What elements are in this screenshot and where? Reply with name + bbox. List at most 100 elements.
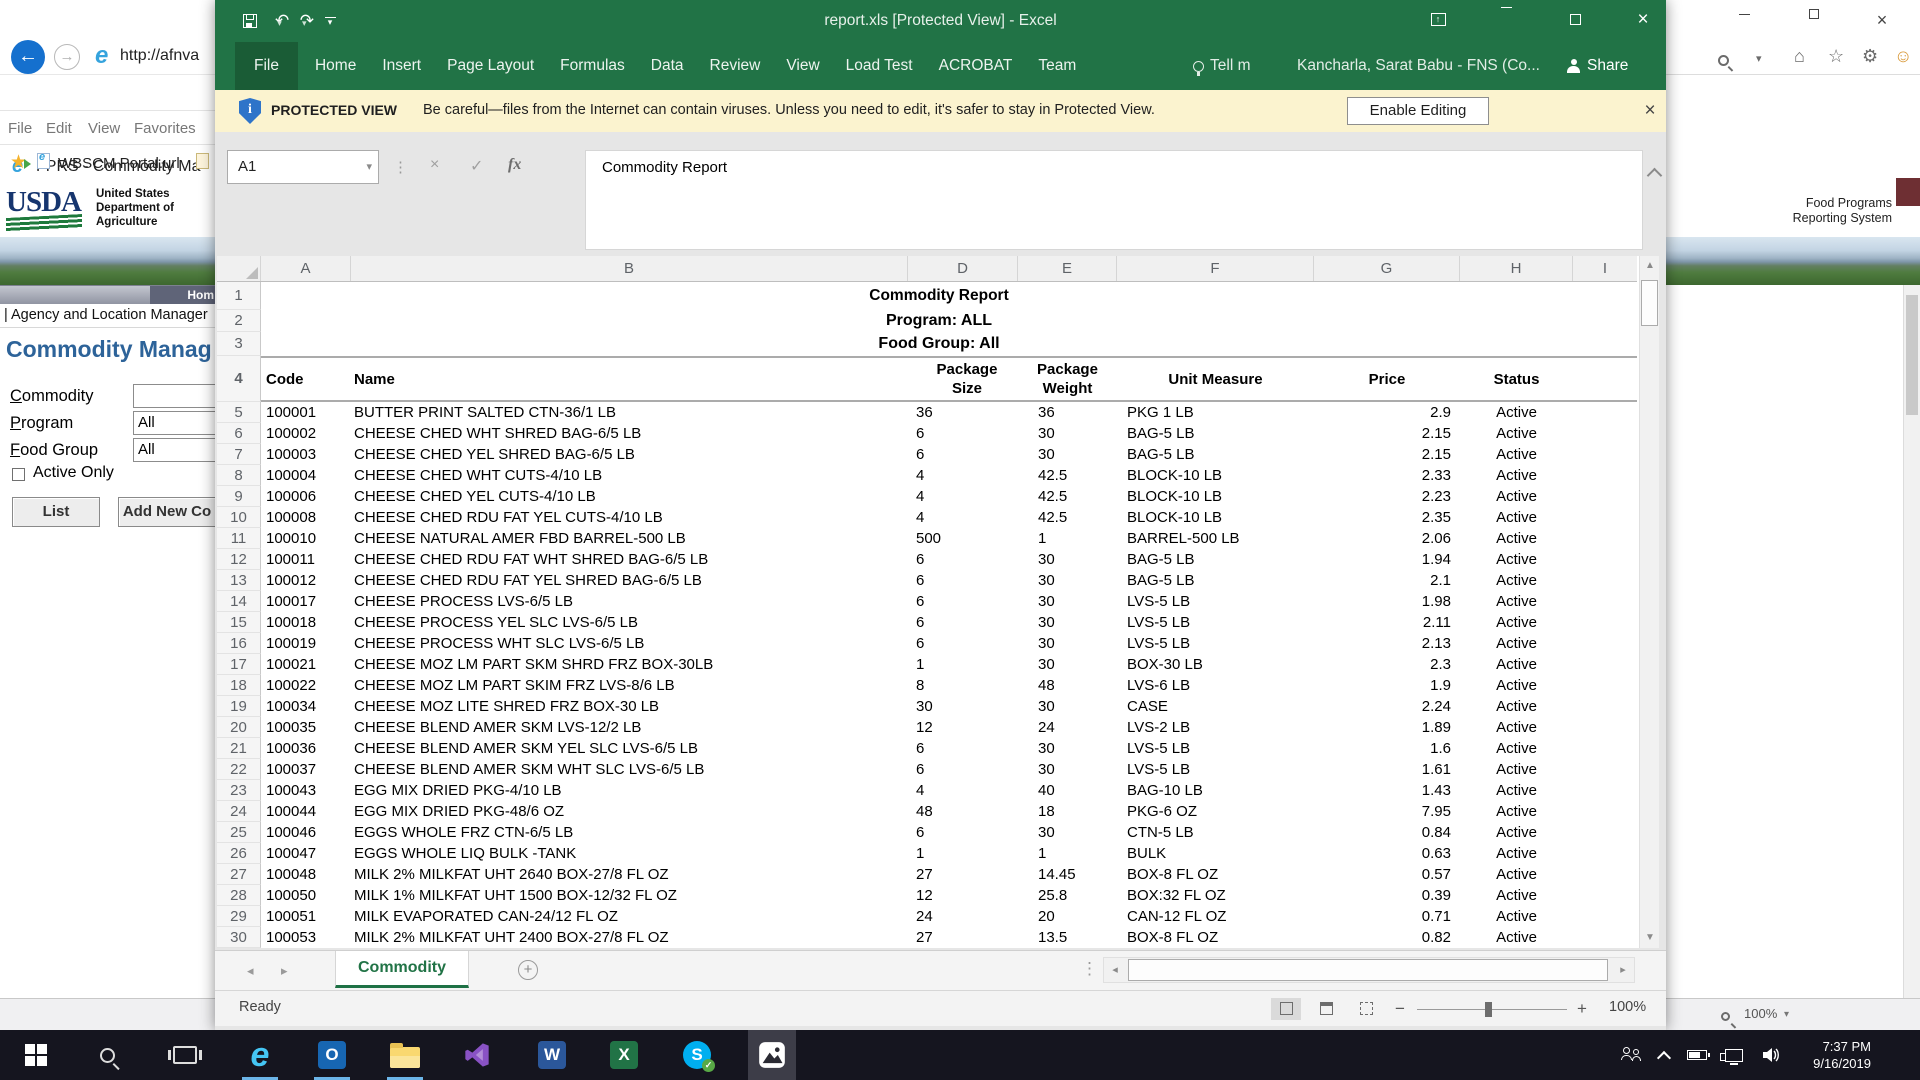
favorites-extra-icon[interactable] [196, 153, 209, 169]
row-header[interactable]: 12 [217, 549, 261, 570]
favorites-icon[interactable]: ☆ [1828, 46, 1844, 67]
settings-gear-icon[interactable]: ⚙ [1862, 46, 1878, 67]
cell-package-weight[interactable]: 30 [1018, 696, 1117, 717]
taskbar-photos[interactable] [748, 1030, 796, 1080]
cell-status[interactable]: Active [1460, 906, 1573, 927]
cell-package-size[interactable]: 6 [908, 633, 1018, 654]
formula-bar[interactable]: Commodity Report [585, 150, 1643, 250]
menu-file[interactable]: File [8, 120, 32, 137]
cell-code[interactable]: 100008 [261, 507, 351, 528]
row-header[interactable]: 20 [217, 717, 261, 738]
ie-close-button[interactable]: × [1859, 6, 1905, 36]
cell-status[interactable]: Active [1460, 612, 1573, 633]
cell-name[interactable]: CHEESE PROCESS LVS-6/5 LB [351, 591, 908, 612]
cell-package-weight[interactable]: 30 [1018, 591, 1117, 612]
scroll-down-icon[interactable]: ▼ [1640, 928, 1660, 948]
normal-view-button[interactable] [1271, 998, 1301, 1020]
tab-team[interactable]: Team [1025, 42, 1089, 90]
cell-unit-measure[interactable]: LVS-2 LB [1117, 717, 1314, 738]
cell-empty[interactable] [1573, 759, 1637, 780]
row-header[interactable]: 21 [217, 738, 261, 759]
cell-price[interactable]: 2.23 [1314, 486, 1460, 507]
zoom-out-icon[interactable]: − [1395, 999, 1405, 1019]
cell-code[interactable]: 100044 [261, 801, 351, 822]
cell-package-weight[interactable]: 25.8 [1018, 885, 1117, 906]
cell-unit-measure[interactable]: LVS-5 LB [1117, 759, 1314, 780]
cell-name[interactable]: CHEESE PROCESS WHT SLC LVS-6/5 LB [351, 633, 908, 654]
scroll-right-icon[interactable]: ▸ [1612, 958, 1634, 982]
ie-zoom-level[interactable]: 100% [1744, 1006, 1777, 1021]
cell-price[interactable]: 2.15 [1314, 423, 1460, 444]
taskbar-outlook[interactable]: O [308, 1030, 356, 1080]
ie-minimize-button[interactable] [1721, 6, 1767, 36]
cell-price[interactable]: 2.13 [1314, 633, 1460, 654]
prev-sheet-icon[interactable]: ◂ [247, 963, 254, 979]
scrollbar-thumb[interactable] [1906, 295, 1918, 415]
tab-review[interactable]: Review [697, 42, 774, 90]
cell-name[interactable]: CHEESE MOZ LM PART SKM SHRD FRZ BOX-30LB [351, 654, 908, 675]
cell-status[interactable]: Active [1460, 570, 1573, 591]
cell-package-size[interactable]: 6 [908, 570, 1018, 591]
ie-maximize-button[interactable] [1791, 6, 1837, 36]
cell-unit-measure[interactable]: PKG 1 LB [1117, 402, 1314, 423]
cell-unit-measure[interactable]: LVS-5 LB [1117, 612, 1314, 633]
cell-package-weight[interactable]: 1 [1018, 528, 1117, 549]
scroll-up-icon[interactable]: ▲ [1640, 256, 1660, 276]
row-header[interactable]: 14 [217, 591, 261, 612]
cell-package-weight[interactable]: 30 [1018, 822, 1117, 843]
list-button[interactable]: List [12, 497, 100, 527]
cell-name[interactable]: MILK 2% MILKFAT UHT 2640 BOX-27/8 FL OZ [351, 864, 908, 885]
cell-package-size[interactable]: 30 [908, 696, 1018, 717]
cell-status[interactable]: Active [1460, 654, 1573, 675]
tell-me-box[interactable]: Tell m [1193, 42, 1250, 90]
cell-empty[interactable] [1573, 717, 1637, 738]
cell-package-weight[interactable]: 18 [1018, 801, 1117, 822]
tab-view[interactable]: View [773, 42, 832, 90]
cell-empty[interactable] [1573, 822, 1637, 843]
row-header[interactable]: 26 [217, 843, 261, 864]
cell-unit-measure[interactable]: BAG-5 LB [1117, 549, 1314, 570]
cell-package-size[interactable]: 6 [908, 822, 1018, 843]
cell-package-weight[interactable]: 42.5 [1018, 465, 1117, 486]
row-header[interactable]: 3 [217, 332, 261, 356]
cell-price[interactable]: 0.82 [1314, 927, 1460, 948]
breadcrumb[interactable]: | Agency and Location Manager [0, 304, 216, 328]
cell-unit-measure[interactable]: LVS-5 LB [1117, 633, 1314, 654]
cell-unit-measure[interactable]: BOX-30 LB [1117, 654, 1314, 675]
row-header[interactable]: 4 [217, 356, 261, 402]
cell-empty[interactable] [1573, 696, 1637, 717]
column-header-h[interactable]: H [1460, 256, 1573, 281]
cell-package-size[interactable]: 500 [908, 528, 1018, 549]
cell-price[interactable]: 2.06 [1314, 528, 1460, 549]
cell-status[interactable]: Active [1460, 696, 1573, 717]
cell-price[interactable]: 0.63 [1314, 843, 1460, 864]
cell-status[interactable]: Active [1460, 528, 1573, 549]
cell-code[interactable]: 100034 [261, 696, 351, 717]
collapse-formula-bar-icon[interactable] [1649, 166, 1661, 178]
cell-unit-measure[interactable]: BOX-8 FL OZ [1117, 864, 1314, 885]
formula-splitter-icon[interactable]: ⋮ [393, 158, 408, 176]
cell-status[interactable]: Active [1460, 507, 1573, 528]
show-hidden-icons-chevron[interactable] [1649, 1047, 1679, 1063]
zoom-slider-thumb[interactable] [1485, 1002, 1492, 1017]
cell-package-weight[interactable]: 30 [1018, 759, 1117, 780]
cell-code[interactable]: 100010 [261, 528, 351, 549]
cell-package-size[interactable]: 48 [908, 801, 1018, 822]
cell-price[interactable]: 0.71 [1314, 906, 1460, 927]
header-package-weight[interactable]: Package Weight [1018, 356, 1117, 402]
row-header[interactable]: 24 [217, 801, 261, 822]
header-unit-measure[interactable]: Unit Measure [1117, 356, 1314, 402]
scrollbar-thumb[interactable] [1128, 959, 1608, 981]
cell-unit-measure[interactable]: BLOCK-10 LB [1117, 486, 1314, 507]
tab-data[interactable]: Data [638, 42, 697, 90]
column-header-g[interactable]: G [1314, 256, 1460, 281]
cell-price[interactable]: 0.39 [1314, 885, 1460, 906]
cell-unit-measure[interactable]: BAG-5 LB [1117, 570, 1314, 591]
cell-name[interactable]: MILK 2% MILKFAT UHT 2400 BOX-27/8 FL OZ [351, 927, 908, 948]
home-icon[interactable]: ⌂ [1794, 46, 1805, 67]
cell-status[interactable]: Active [1460, 675, 1573, 696]
cell-status[interactable]: Active [1460, 423, 1573, 444]
zoom-level[interactable]: 100% [1609, 999, 1646, 1015]
cell-code[interactable]: 100036 [261, 738, 351, 759]
cell-name[interactable]: CHEESE NATURAL AMER FBD BARREL-500 LB [351, 528, 908, 549]
